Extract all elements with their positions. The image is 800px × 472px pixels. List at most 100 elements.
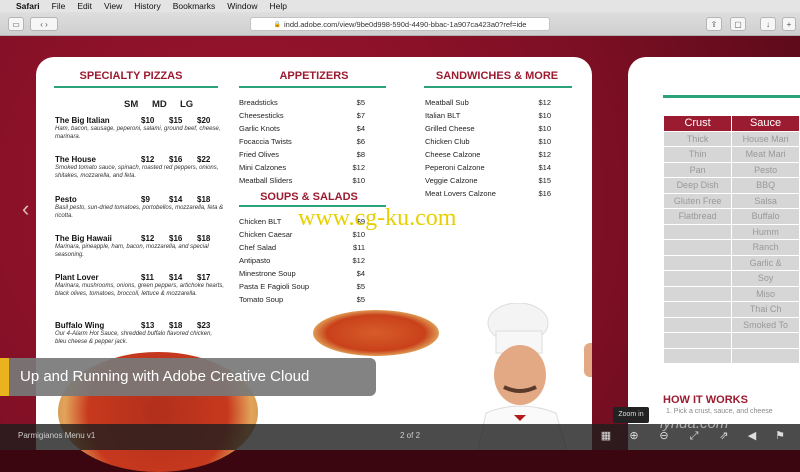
table-row: Soy bbox=[662, 270, 800, 287]
pizza-desc: Smoked tomato sauce, spinach, roasted re… bbox=[55, 165, 219, 179]
item-price: $12 bbox=[352, 163, 365, 172]
soup-item: Antipasto $12 bbox=[239, 255, 365, 266]
appetizer-item: Garlic Knots $4 bbox=[239, 123, 365, 134]
browser-toolbar: ▭ ‹ › 🔒 indd.adobe.com/view/9be0d998-590… bbox=[0, 12, 800, 36]
table-cell: House Mari bbox=[731, 130, 800, 147]
watermark-text: www.cg-ku.com bbox=[298, 205, 457, 231]
item-name: Veggie Calzone bbox=[425, 176, 478, 185]
item-price: $5 bbox=[356, 98, 365, 107]
back-forward-button[interactable]: ‹ › bbox=[30, 17, 58, 31]
zoom-tooltip: Zoom in bbox=[613, 407, 649, 423]
sandwich-item: Grilled Cheese $10 bbox=[425, 123, 551, 134]
menu-bookmarks[interactable]: Bookmarks bbox=[173, 1, 216, 11]
table-row: Ranch bbox=[662, 239, 800, 256]
table-row bbox=[662, 332, 800, 349]
price-md: $14 bbox=[169, 195, 183, 204]
item-price: $7 bbox=[356, 111, 365, 120]
size-header-sm: SM bbox=[124, 99, 139, 110]
pizza-item: Plant Lover $11 $14 $17 Marinara, mushrooms… bbox=[55, 273, 225, 298]
menu-safari[interactable]: Safari bbox=[16, 1, 40, 11]
price-md: $18 bbox=[169, 321, 183, 330]
table-row: Miso bbox=[662, 285, 800, 302]
menu-view[interactable]: View bbox=[104, 1, 122, 11]
table-cell: Deep Dish bbox=[662, 177, 733, 194]
new-tab-button[interactable]: + bbox=[782, 17, 796, 31]
share-icon[interactable]: ⇪ bbox=[706, 17, 722, 31]
table-cell: Garlic & bbox=[731, 254, 800, 271]
menu-window[interactable]: Window bbox=[227, 1, 257, 11]
item-price: $10 bbox=[538, 124, 551, 133]
item-price: $12 bbox=[352, 256, 365, 265]
item-name: Minestrone Soup bbox=[239, 269, 296, 278]
table-row bbox=[662, 347, 800, 364]
item-price: $12 bbox=[538, 98, 551, 107]
section-rule bbox=[424, 86, 572, 88]
col-header-crust: Crust bbox=[662, 115, 733, 132]
table-row: Thai Ch bbox=[662, 301, 800, 318]
zoom-in-icon[interactable]: ⊕ bbox=[626, 428, 642, 444]
pizza-item: The Big Hawaii $12 $16 $18 Marinara, pineap… bbox=[55, 234, 225, 259]
item-name: Mini Calzones bbox=[239, 163, 287, 172]
table-cell: BBQ bbox=[731, 177, 800, 194]
item-name: Chef Salad bbox=[239, 243, 277, 252]
table-cell: Meat Mari bbox=[731, 146, 800, 163]
size-header-lg: LG bbox=[180, 99, 194, 110]
price-lg: $17 bbox=[197, 273, 211, 282]
banner-accent bbox=[0, 358, 9, 396]
tabs-icon[interactable]: ▢ bbox=[730, 17, 746, 31]
soup-item: Minestrone Soup $4 bbox=[239, 268, 365, 279]
table-cell: Pesto bbox=[731, 161, 800, 178]
appetizer-item: Cheesesticks $7 bbox=[239, 110, 365, 121]
table-cell bbox=[662, 301, 733, 318]
price-lg: $18 bbox=[197, 195, 211, 204]
menu-help[interactable]: Help bbox=[269, 1, 286, 11]
price-lg: $18 bbox=[197, 234, 211, 243]
table-row: Gluten Free Salsa bbox=[662, 192, 800, 209]
item-price: $10 bbox=[538, 111, 551, 120]
soup-item: Pasta E Fagioli Soup $5 bbox=[239, 281, 365, 292]
pizza-desc: Basil pesto, sun-dried tomatoes, portobe… bbox=[55, 205, 224, 219]
item-name: Pasta E Fagioli Soup bbox=[239, 282, 310, 291]
item-price: $12 bbox=[538, 150, 551, 159]
table-cell bbox=[662, 223, 733, 240]
item-price: $15 bbox=[538, 176, 551, 185]
size-header-md: MD bbox=[152, 99, 167, 110]
sound-icon[interactable]: ◀ bbox=[744, 428, 760, 444]
soup-item: Tomato Soup $5 bbox=[239, 294, 365, 305]
table-row: Humm bbox=[662, 223, 800, 240]
item-name: Meatball Sliders bbox=[239, 176, 293, 185]
sandwich-item: Chicken Club $10 bbox=[425, 136, 551, 147]
price-lg: $20 bbox=[197, 116, 211, 125]
item-name: Tomato Soup bbox=[239, 295, 284, 304]
soups-salads-title: SOUPS & SALADS bbox=[260, 191, 358, 203]
address-bar[interactable]: 🔒 indd.adobe.com/view/9be0d998-590d-4490… bbox=[250, 17, 550, 31]
item-name: Meat Lovers Calzone bbox=[425, 189, 496, 198]
table-row: Thick House Mari bbox=[662, 130, 800, 147]
grid-view-icon[interactable]: ▦ bbox=[598, 428, 614, 444]
menu-edit[interactable]: Edit bbox=[77, 1, 92, 11]
pizza-item: Pesto $9 $14 $18 Basil pesto, sun-dried tom… bbox=[55, 195, 225, 220]
course-title-banner: Up and Running with Adobe Creative Cloud bbox=[0, 358, 376, 396]
table-cell bbox=[662, 347, 733, 364]
table-row: Thin Meat Mari bbox=[662, 146, 800, 163]
sidebar-toggle-icon[interactable]: ▭ bbox=[8, 17, 24, 31]
menu-file[interactable]: File bbox=[52, 1, 66, 11]
item-name: Cheesesticks bbox=[239, 111, 284, 120]
flag-icon[interactable]: ⚑ bbox=[772, 428, 788, 444]
section-rule bbox=[54, 86, 218, 88]
item-price: $11 bbox=[353, 243, 365, 252]
item-name: Antipasto bbox=[239, 256, 271, 265]
table-row: Deep Dish BBQ bbox=[662, 177, 800, 194]
table-cell: Thick bbox=[662, 130, 733, 147]
downloads-icon[interactable]: ↓ bbox=[760, 17, 776, 31]
item-price: $10 bbox=[352, 176, 365, 185]
item-name: Breadsticks bbox=[239, 98, 278, 107]
appetizer-item: Mini Calzones $12 bbox=[239, 162, 365, 173]
menu-history[interactable]: History bbox=[134, 1, 160, 11]
price-md: $14 bbox=[169, 273, 183, 282]
sandwich-item: Meatball Sub $12 bbox=[425, 97, 551, 108]
previous-page-arrow-icon[interactable]: ‹ bbox=[22, 196, 29, 222]
item-name: Cheese Calzone bbox=[425, 150, 481, 159]
col-header-sauce: Sauce bbox=[731, 115, 800, 132]
appetizers-title: APPETIZERS bbox=[279, 70, 349, 82]
